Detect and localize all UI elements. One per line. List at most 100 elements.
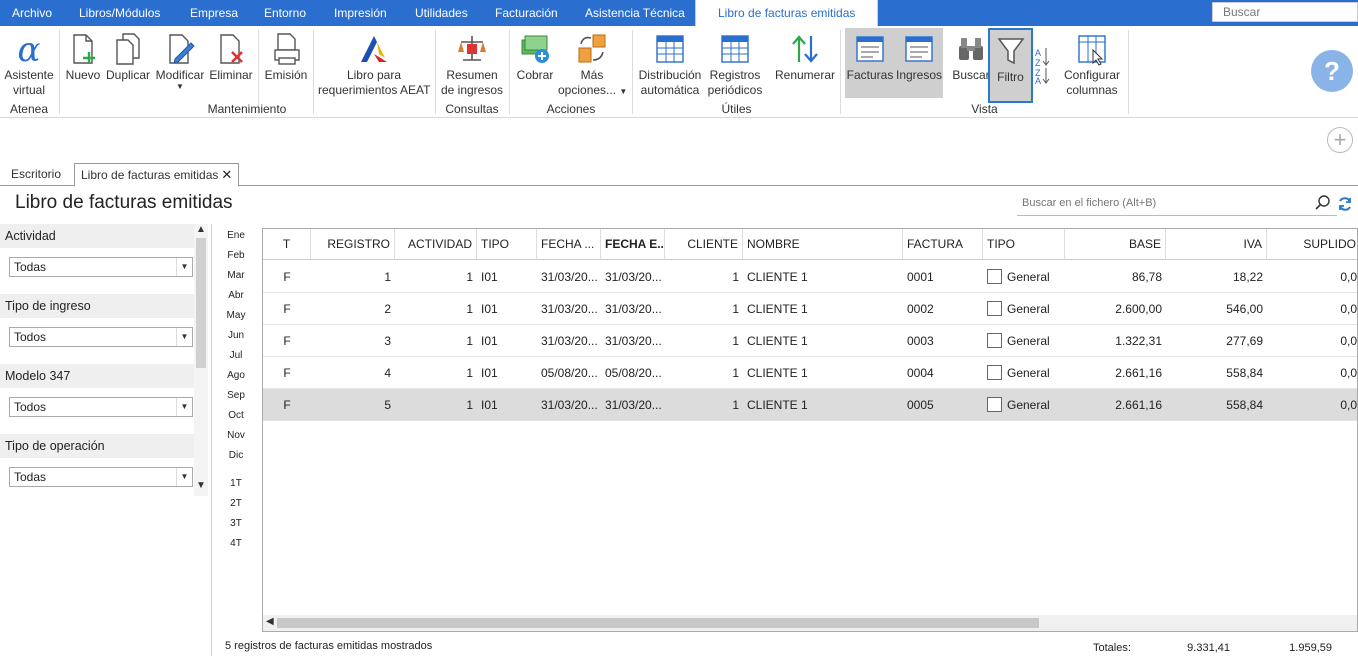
registros-periodicos-button[interactable]: Registros periódicos <box>706 28 764 98</box>
libro-aeat-button[interactable]: Libro para requerimientos AEAT <box>318 28 431 98</box>
group-label-utiles: Útiles <box>721 102 752 116</box>
column-header-suplido[interactable]: SUPLIDO <box>1267 229 1357 260</box>
menu-impresion[interactable]: Impresión <box>334 0 387 26</box>
asistente-virtual-button[interactable]: α Asistente virtual <box>2 28 56 98</box>
facturas-view-button[interactable]: Facturas <box>845 28 895 98</box>
scroll-thumb[interactable] <box>196 238 206 368</box>
column-header-t[interactable]: T <box>263 229 311 260</box>
month-ene[interactable]: Ene <box>220 230 252 241</box>
menu-empresa[interactable]: Empresa <box>190 0 238 26</box>
month-may[interactable]: May <box>220 310 252 321</box>
table-row[interactable]: F 2 1 I01 31/03/20... 31/03/20... 1 CLIENTE 1 00… <box>263 293 1357 325</box>
column-header-tipo-operacion[interactable]: TIPO <box>983 229 1065 260</box>
row-checkbox[interactable] <box>987 269 1002 284</box>
eliminar-button[interactable]: Eliminar <box>208 28 254 98</box>
month-feb[interactable]: Feb <box>220 250 252 261</box>
chevron-up-icon[interactable]: ▲ <box>196 224 206 235</box>
menu-libros-modulos[interactable]: Libros/Módulos <box>79 0 160 26</box>
menu-asistencia-tecnica[interactable]: Asistencia Técnica <box>585 0 685 26</box>
menu-facturacion[interactable]: Facturación <box>495 0 558 26</box>
chevron-down-icon[interactable]: ▼ <box>176 328 192 346</box>
invoices-view-icon <box>856 36 884 62</box>
filters-scrollbar[interactable]: ▲ ▼ <box>194 224 208 496</box>
cell-base: 2.661,16 <box>1115 398 1162 412</box>
help-button[interactable]: ? <box>1311 50 1353 92</box>
resumen-ingresos-button[interactable]: Resumen de ingresos <box>440 28 504 98</box>
add-tab-button[interactable]: + <box>1327 127 1353 153</box>
tab-escritorio[interactable]: Escritorio <box>11 163 61 186</box>
column-header-base[interactable]: BASE <box>1065 229 1166 260</box>
month-nov[interactable]: Nov <box>220 430 252 441</box>
column-header-factura[interactable]: FACTURA <box>903 229 983 260</box>
column-header-fecha[interactable]: FECHA ... <box>537 229 601 260</box>
month-sep[interactable]: Sep <box>220 390 252 401</box>
refresh-icon[interactable] <box>1337 196 1353 212</box>
column-header-actividad[interactable]: ACTIVIDAD <box>395 229 477 260</box>
cell-factura: 0005 <box>907 398 934 412</box>
row-checkbox[interactable] <box>987 333 1002 348</box>
duplicar-button[interactable]: Duplicar <box>104 28 152 98</box>
menu-entorno[interactable]: Entorno <box>264 0 306 26</box>
chevron-down-icon[interactable]: ▼ <box>176 258 192 276</box>
menu-utilidades[interactable]: Utilidades <box>415 0 468 26</box>
month-dic[interactable]: Dic <box>220 450 252 461</box>
nuevo-button[interactable]: Nuevo <box>64 28 102 98</box>
distribucion-automatica-button[interactable]: Distribución automática <box>636 28 704 98</box>
scroll-thumb[interactable] <box>277 618 1039 628</box>
month-abr[interactable]: Abr <box>220 290 252 301</box>
cobrar-button[interactable]: Cobrar <box>514 28 556 98</box>
tab-libro-facturas-emitidas[interactable]: Libro de facturas emitidas ✕ <box>74 163 240 187</box>
sort-az-icon[interactable]: A Z Z A <box>1034 44 1050 86</box>
menu-libro-facturas-emitidas[interactable]: Libro de facturas emitidas <box>695 0 879 26</box>
table-row[interactable]: F 5 1 I01 31/03/20... 31/03/20... 1 CLIENTE 1 00… <box>263 389 1357 421</box>
quarter-3t[interactable]: 3T <box>220 518 252 529</box>
table-row[interactable]: F 3 1 I01 31/03/20... 31/03/20... 1 CLIENTE 1 00… <box>263 325 1357 357</box>
configurar-columnas-button[interactable]: Configurar columnas <box>1058 28 1126 98</box>
column-header-tipo[interactable]: TIPO <box>477 229 537 260</box>
duplicate-icon <box>116 33 140 65</box>
chevron-left-icon[interactable]: ◀ <box>266 616 274 627</box>
modelo-347-select[interactable]: Todos ▼ <box>9 397 193 417</box>
month-oct[interactable]: Oct <box>220 410 252 421</box>
quarter-1t[interactable]: 1T <box>220 478 252 489</box>
horizontal-scrollbar[interactable]: ◀ <box>263 615 1357 631</box>
month-ago[interactable]: Ago <box>220 370 252 381</box>
row-checkbox[interactable] <box>987 397 1002 412</box>
month-jul[interactable]: Jul <box>220 350 252 361</box>
mas-opciones-button[interactable]: Más opciones... ▼ <box>558 28 627 98</box>
edit-document-icon <box>169 34 195 64</box>
menu-archivo[interactable]: Archivo <box>12 0 52 26</box>
file-search-input[interactable] <box>1017 192 1307 214</box>
quarter-2t[interactable]: 2T <box>220 498 252 509</box>
quarter-4t[interactable]: 4T <box>220 538 252 549</box>
column-header-fecha-e[interactable]: FECHA E... <box>601 229 665 260</box>
modificar-button[interactable]: Modificar ▼ <box>154 28 206 98</box>
table-row[interactable]: F 4 1 I01 05/08/20... 05/08/20... 1 CLIENTE 1 00… <box>263 357 1357 389</box>
close-icon[interactable]: ✕ <box>221 167 232 182</box>
tipo-operacion-select[interactable]: Todas ▼ <box>9 467 193 487</box>
table-row[interactable]: F 1 1 I01 31/03/20... 31/03/20... 1 CLIENTE 1 00… <box>263 261 1357 293</box>
column-header-registro[interactable]: REGISTRO <box>311 229 395 260</box>
chevron-down-icon[interactable]: ▼ <box>176 468 192 486</box>
buscar-button[interactable]: Buscar <box>951 28 991 98</box>
document-tabs: Escritorio Libro de facturas emitidas ✕ <box>0 160 1358 187</box>
filtro-button[interactable]: Filtro <box>988 28 1033 103</box>
chevron-down-icon[interactable]: ▼ <box>176 398 192 416</box>
column-header-nombre[interactable]: NOMBRE <box>743 229 903 260</box>
global-search-input[interactable] <box>1212 2 1358 22</box>
row-checkbox[interactable] <box>987 301 1002 316</box>
renumerar-button[interactable]: Renumerar <box>774 28 836 98</box>
chevron-down-icon[interactable]: ▼ <box>196 480 206 491</box>
group-label-consultas: Consultas <box>445 102 499 116</box>
month-mar[interactable]: Mar <box>220 270 252 281</box>
column-header-cliente[interactable]: CLIENTE <box>665 229 743 260</box>
ingresos-view-button[interactable]: Ingresos <box>895 28 943 98</box>
month-jun[interactable]: Jun <box>220 330 252 341</box>
tipo-ingreso-select[interactable]: Todos ▼ <box>9 327 193 347</box>
actividad-select[interactable]: Todas ▼ <box>9 257 193 277</box>
emision-button[interactable]: Emisión <box>262 28 310 98</box>
column-header-iva[interactable]: IVA <box>1166 229 1267 260</box>
row-checkbox[interactable] <box>987 365 1002 380</box>
search-icon[interactable] <box>1315 195 1331 211</box>
periodic-records-icon <box>721 35 749 63</box>
